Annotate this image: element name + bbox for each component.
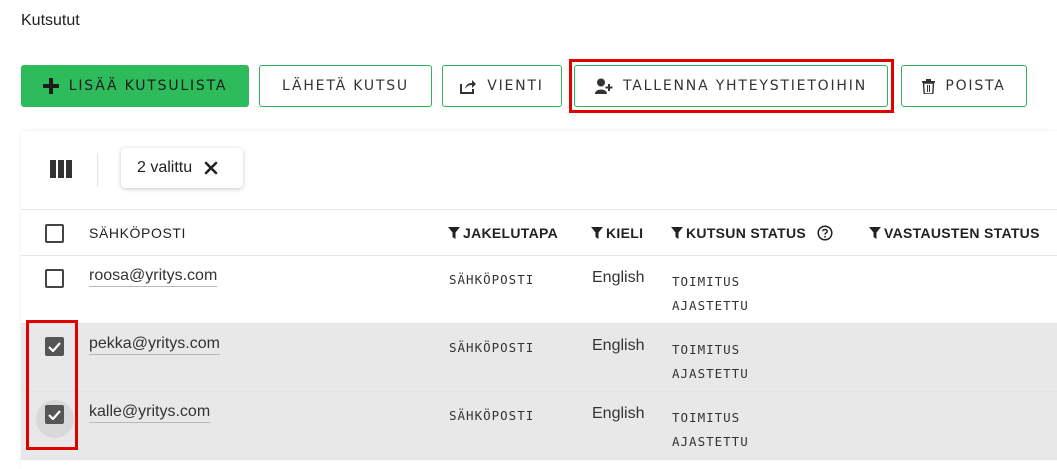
selected-checkboxes-highlight [26, 320, 78, 450]
row-language: English [592, 337, 645, 354]
filter-icon[interactable] [448, 227, 460, 239]
delete-button[interactable]: POISTA [901, 65, 1027, 107]
invitees-table-card: 2 valittu SÄHKÖPOSTI JAKELUTAPA KIELI KU… [21, 131, 1057, 469]
filter-icon[interactable] [869, 227, 881, 239]
export-label: VIENTI [487, 78, 544, 94]
invite-status-column-header[interactable]: KUTSUN STATUS [671, 225, 833, 241]
row-checkbox[interactable] [45, 269, 64, 288]
table-row[interactable]: kalle@yritys.com SÄHKÖPOSTI English TOIM… [21, 392, 1057, 460]
table-toolbar: 2 valittu [21, 131, 1057, 209]
help-icon[interactable] [817, 225, 833, 241]
add-invite-list-button[interactable]: LISÄÄ KUTSULISTA [21, 65, 249, 107]
export-button[interactable]: VIENTI [442, 65, 562, 107]
trash-icon [922, 78, 936, 94]
send-invite-label: LÄHETÄ KUTSU [282, 78, 409, 94]
language-header-label: KIELI [606, 225, 644, 241]
row-email[interactable]: roosa@yritys.com [89, 267, 218, 287]
table-header: SÄHKÖPOSTI JAKELUTAPA KIELI KUTSUN STATU… [21, 209, 1057, 256]
row-email[interactable]: kalle@yritys.com [89, 403, 211, 423]
select-all-checkbox[interactable] [45, 224, 64, 243]
send-invite-button[interactable]: LÄHETÄ KUTSU [259, 65, 432, 107]
selection-chip[interactable]: 2 valittu [121, 148, 243, 188]
row-status: TOIMITUS AJASTETTU [672, 342, 749, 381]
selection-chip-label: 2 valittu [137, 159, 193, 176]
row-method: SÄHKÖPOSTI [449, 340, 535, 355]
language-column-header[interactable]: KIELI [591, 225, 643, 241]
row-method: SÄHKÖPOSTI [449, 272, 535, 287]
delete-label: POISTA [945, 78, 1006, 94]
invite-status-header-label: KUTSUN STATUS [686, 225, 807, 241]
method-header-label: JAKELUTAPA [463, 225, 559, 241]
toolbar-divider [97, 153, 98, 187]
email-header-label: SÄHKÖPOSTI [89, 225, 187, 241]
columns-icon[interactable] [50, 160, 72, 178]
response-status-header-label: VASTAUSTEN STATUS [884, 225, 1040, 241]
page-title: Kutsutut [21, 12, 80, 29]
row-language: English [592, 269, 645, 286]
save-button-highlight [569, 59, 894, 113]
row-language: English [592, 405, 645, 422]
close-icon[interactable] [204, 161, 218, 175]
email-column-header[interactable]: SÄHKÖPOSTI [89, 225, 186, 241]
method-column-header[interactable]: JAKELUTAPA [448, 225, 558, 241]
row-method: SÄHKÖPOSTI [449, 408, 535, 423]
response-status-column-header[interactable]: VASTAUSTEN STATUS [869, 225, 1040, 241]
row-email[interactable]: pekka@yritys.com [89, 335, 220, 355]
table-row[interactable]: roosa@yritys.com SÄHKÖPOSTI English TOIM… [21, 256, 1057, 324]
share-icon [460, 79, 477, 94]
row-status: TOIMITUS AJASTETTU [672, 410, 749, 449]
plus-icon [42, 78, 59, 94]
table-row[interactable]: pekka@yritys.com SÄHKÖPOSTI English TOIM… [21, 324, 1057, 392]
filter-icon[interactable] [671, 227, 683, 239]
row-status: TOIMITUS AJASTETTU [672, 274, 749, 313]
add-invite-list-label: LISÄÄ KUTSULISTA [68, 78, 228, 94]
filter-icon[interactable] [591, 227, 603, 239]
